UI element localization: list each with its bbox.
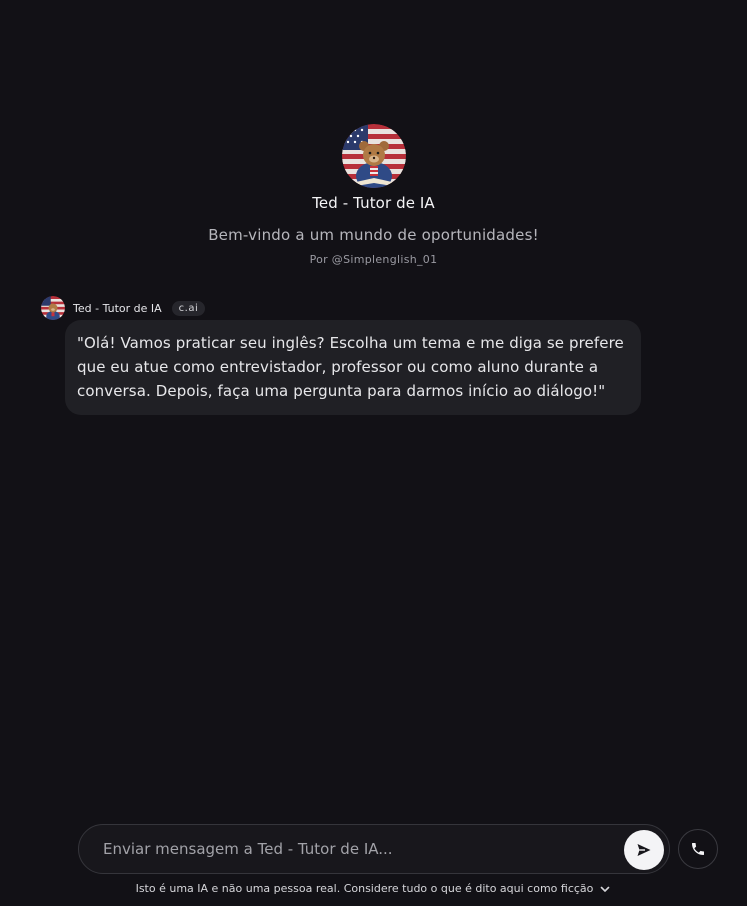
message-author-name: Ted - Tutor de IA <box>73 301 162 315</box>
voice-call-button[interactable] <box>678 829 718 869</box>
teddy-bear-avatar-icon <box>41 296 65 320</box>
chat-page: Ted - Tutor de IA Bem-vindo a um mundo d… <box>0 0 747 906</box>
message-avatar[interactable] <box>41 296 65 320</box>
message-composer <box>78 824 670 874</box>
message-bubble: "Olá! Vamos praticar seu inglês? Escolha… <box>65 320 641 415</box>
character-author[interactable]: Por @Simplenglish_01 <box>310 253 438 266</box>
send-arrow-icon <box>637 844 651 856</box>
character-profile: Ted - Tutor de IA Bem-vindo a um mundo d… <box>0 124 747 266</box>
send-button[interactable] <box>624 830 664 870</box>
character-name: Ted - Tutor de IA <box>312 194 435 212</box>
ai-badge: c.ai <box>171 300 206 316</box>
disclaimer-text: Isto é uma IA e não uma pessoa real. Con… <box>135 882 594 895</box>
ai-disclaimer: Isto é uma IA e não uma pessoa real. Con… <box>0 882 747 895</box>
chevron-down-icon[interactable] <box>599 883 611 895</box>
character-tagline: Bem-vindo a um mundo de oportunidades! <box>208 226 539 244</box>
phone-icon <box>692 843 704 855</box>
message-input[interactable] <box>103 840 669 858</box>
message-header: Ted - Tutor de IA c.ai <box>41 296 206 320</box>
teddy-bear-avatar-icon <box>341 124 406 188</box>
character-avatar <box>341 124 406 188</box>
